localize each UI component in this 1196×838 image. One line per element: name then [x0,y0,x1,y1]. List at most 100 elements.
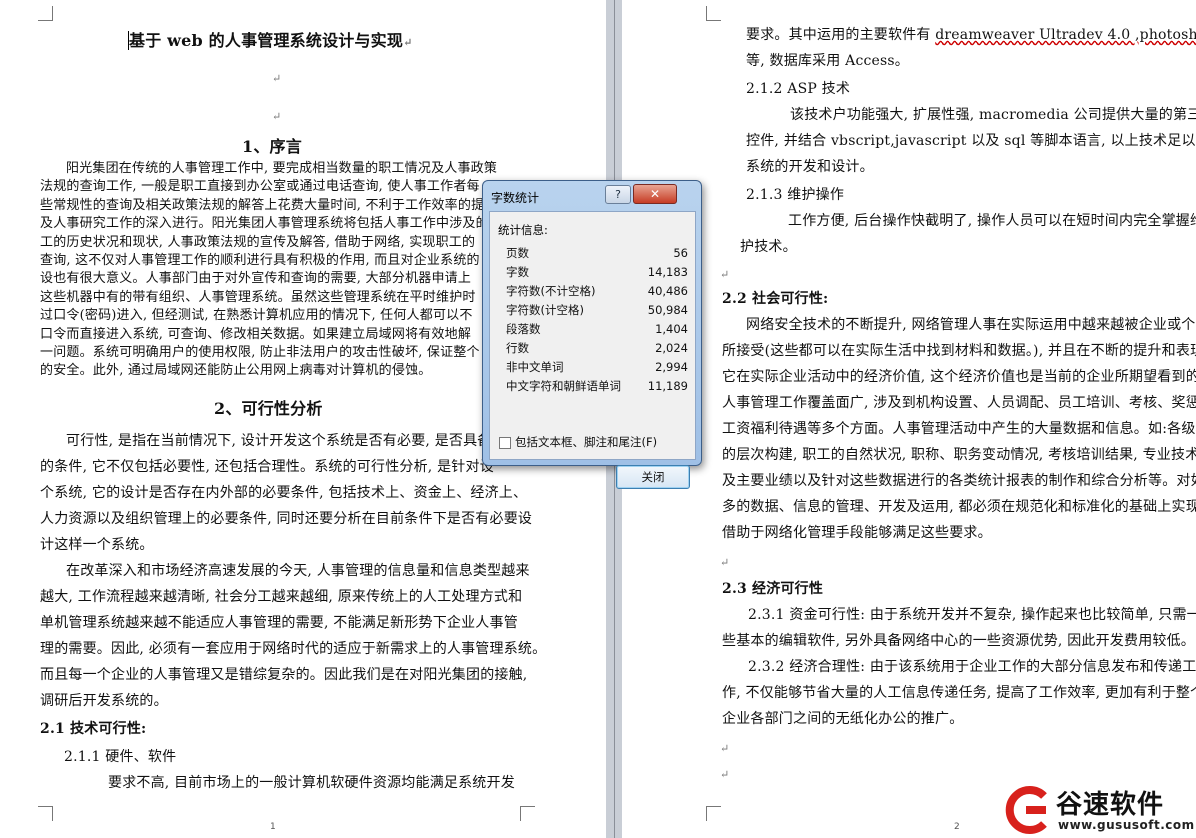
section-heading[interactable]: 1、序言 [242,134,302,160]
stat-label: 字符数(不计空格) [506,284,596,298]
checkbox-label: 包括文本框、脚注和尾注(F) [515,435,658,449]
paragraph-line[interactable]: 等, 数据库采用 Access。 [746,48,909,74]
stat-label: 字符数(计空格) [506,303,584,317]
section-heading[interactable]: 2、可行性分析 [214,396,323,422]
paragraph-line[interactable]: 人事管理工作覆盖面广, 涉及到机构设置、人员调配、员工培训、考核、奖惩、 [722,390,1196,416]
paragraph-line[interactable]: 系统的开发和设计。 [746,154,874,180]
crop-mark [706,6,721,21]
stats-section-label: 统计信息: [498,223,548,237]
stat-value: 2,994 [655,360,688,374]
paragraph-line[interactable]: 查询, 这不仅对人事管理工作的顺利进行具有积极的作用, 而且对企业系统的 [40,252,480,270]
dialog-titlebar[interactable]: 字数统计 ? ✕ [483,181,701,211]
subsection-heading[interactable]: 2.1.2 ASP 技术 [746,76,850,102]
paragraph-line[interactable]: 越大, 工作流程越来越清晰, 社会分工越来越细, 原来传统上的人工处理方式和 [40,584,522,610]
paragraph-line[interactable]: 企业各部门之间的无纸化办公的推广。 [722,706,963,732]
paragraph-line[interactable]: 计这样一个系统。 [40,532,154,558]
stat-value: 56 [673,246,688,260]
crop-mark [706,806,721,821]
paragraph-line[interactable]: 个系统, 它的设计是否存在内外部的必要条件, 包括技术上、资金上、经济上、 [40,480,527,506]
stat-row: 段落数 1,404 [506,320,688,338]
subsection-heading[interactable]: 2.2 社会可行性: [722,286,828,312]
paragraph-line[interactable]: 而且每一个企业的人事管理又是错综复杂的。因此我们是在对阳光集团的接触, [40,662,527,688]
stat-row: 字符数(计空格) 50,984 [506,301,688,319]
paragraph-line[interactable]: 2.3.1 资金可行性: 由于系统开发并不复杂, 操作起来也比较简单, 只需一 [748,602,1196,628]
paragraph-line[interactable]: 过口令(密码)进入, 但经测试, 在熟悉计算机应用的情况下, 任何人都可以不 [40,307,473,325]
paragraph-line[interactable]: 的层次构建, 职工的自然状况, 职称、职务变动情况, 考核培训结果, 专业技术工… [722,442,1196,468]
stat-value: 14,183 [647,265,688,279]
stat-row: 字符数(不计空格) 40,486 [506,282,688,300]
crop-mark [38,6,53,21]
logo-icon [1005,786,1047,834]
paragraph-line[interactable]: 工作方便, 后台操作快截明了, 操作人员可以在短时间内完全掌握维 [788,208,1196,234]
stat-value: 11,189 [647,379,688,393]
paragraph-mark: ↵ [720,768,730,781]
paragraph-line[interactable]: 一问题。系统可明确用户的使用权限, 防止非法用户的攻击性破坏, 保证整个 [40,344,480,362]
stat-row: 中文字符和朝鲜语单词 11,189 [506,377,688,395]
watermark-url: www.gususoft.com [1058,818,1195,832]
paragraph-line[interactable]: 作, 不仅能够节省大量的人工信息传递任务, 提高了工作效率, 更加有利于整个 [722,680,1196,706]
stat-row: 页数 56 [506,244,688,262]
paragraph-mark: ↵ [720,556,730,569]
stat-row: 非中文单词 2,994 [506,358,688,376]
include-footnotes-checkbox[interactable]: 包括文本框、脚注和尾注(F) [499,434,657,450]
stat-row: 字数 14,183 [506,263,688,281]
subsection-heading[interactable]: 2.1.1 硬件、软件 [64,744,176,770]
paragraph-line[interactable]: 在改革深入和市场经济高速发展的今天, 人事管理的信息量和信息类型越来 [66,558,530,584]
paragraph-line[interactable]: 这些机器中有的带有组织、人事管理系统。虽然这些管理系统在平时维护时 [40,289,476,307]
subsection-heading[interactable]: 2.1.3 维护操作 [746,182,844,208]
paragraph-line[interactable]: 的安全。此外, 通过局域网还能防止公用网上病毒对计算机的侵蚀。 [40,362,431,380]
paragraph-line[interactable]: 可行性, 是指在当前情况下, 设计开发这个系统是否有必要, 是否具备 [66,428,492,454]
close-icon[interactable]: ✕ [633,184,677,204]
crop-mark [38,806,53,821]
page-number: 2 [954,822,960,832]
paragraph-line[interactable]: 借助于网络化管理手段能够满足这些要求。 [722,520,992,546]
checkbox-icon[interactable] [499,436,511,449]
paragraph-line[interactable]: 所接受(这些都可以在实际生活中找到材料和数据。), 并且在不断的提升和表现 [722,338,1196,364]
paragraph-line[interactable]: 网络安全技术的不断提升, 网络管理人事在实际运用中越来越被企业或个人 [746,312,1196,338]
paragraph-line[interactable]: 阳光集团在传统的人事管理工作中, 要完成相当数量的职工情况及人事政策 [66,160,497,178]
paragraph-line[interactable]: 多的数据、信息的管理、开发及运用, 都必须在规范化和标准化的基础上实现, [722,494,1196,520]
paragraph-line[interactable]: 工资福利待遇等多个方面。人事管理活动中产生的大量数据和信息。如:各级机构 [722,416,1196,442]
paragraph-line[interactable]: 要求不高, 目前市场上的一般计算机软硬件资源均能满足系统开发 [108,770,515,796]
document-title[interactable]: 基于 web 的人事管理系统设计与实现↵ [128,28,413,56]
paragraph-line[interactable]: 2.3.2 经济合理性: 由于该系统用于企业工作的大部分信息发布和传递工 [748,654,1196,680]
word-count-dialog[interactable]: 字数统计 ? ✕ 统计信息: 页数 56 字数 14,183 字符数(不计空格) 40,4… [482,180,702,489]
document-page-2[interactable]: 要求。其中运用的主要软件有 dreamweaver Ultradev 4.0 ,… [622,0,1196,838]
subsection-heading[interactable]: 2.3 经济可行性 [722,576,823,602]
paragraph-mark: ↵ [720,268,730,281]
subsection-heading[interactable]: 2.1 技术可行性: [40,716,146,742]
paragraph-line[interactable]: 些基本的编辑软件, 另外具备网络中心的一些资源优势, 因此开发费用较低。 [722,628,1195,654]
paragraph-line[interactable]: 及人事研究工作的深入进行。阳光集团人事管理系统将包括人事工作中涉及的 [40,215,489,233]
help-button[interactable]: ? [605,185,631,204]
stat-value: 2,024 [655,341,688,355]
dialog-title: 字数统计 [491,191,540,205]
stat-value: 40,486 [647,284,688,298]
paragraph-line[interactable]: 及主要业绩以及针对这些数据进行的各类统计报表的制作和综合分析等。对如此 [722,468,1196,494]
paragraph-line[interactable]: 该技术户功能强大, 扩展性强, macromedia 公司提供大量的第三方 [790,102,1196,128]
watermark-logo: 谷速软件 www.gususoft.com [1000,782,1196,838]
close-button[interactable]: 关闭 [616,465,690,489]
paragraph-line[interactable]: 设也有很大意义。人事部门由于对外宣传和查询的需要, 大部分机器申请上 [40,270,471,288]
paragraph-line[interactable]: 它在实际企业活动中的经济价值, 这个经济价值也是当前的企业所期望看到的。 [722,364,1196,390]
stat-label: 页数 [506,246,529,260]
paragraph-line[interactable]: 的条件, 它不仅包括必要性, 还包括合理性。系统的可行性分析, 是针对设 [40,454,494,480]
page-number: 1 [270,822,276,832]
paragraph-line[interactable]: 法规的查询工作, 一般是职工直接到办公室或通过电话查询, 使人事工作者每 [40,178,480,196]
paragraph-line[interactable]: 人力资源以及组织管理上的必要条件, 同时还要分析在目前条件下是否有必要设 [40,506,532,532]
paragraph-line[interactable]: 些常规性的查询及相关政策法规的解答上花费大量时间, 不利于工作效率的提 [40,197,484,215]
paragraph-mark: ↵ [272,110,282,123]
paragraph-line[interactable]: 调研后开发系统的。 [40,688,168,714]
paragraph-line[interactable]: 控件, 并结合 vbscript,javascript 以及 sql 等脚本语言… [746,128,1196,154]
stat-label: 字数 [506,265,529,279]
paragraph-line[interactable]: 工的历史状况和现状, 人事政策法规的宣传及解答, 借助于网络, 实现职工的 [40,234,475,252]
paragraph-line[interactable]: 口令而直接进入系统, 可查询、修改相关数据。如果建立局域网将有效地解 [40,326,471,344]
paragraph-mark: ↵ [720,742,730,755]
paragraph-line[interactable]: 理的需要。因此, 必须有一套应用于网络时代的适应于新需求上的人事管理系统。 [40,636,546,662]
stat-label: 段落数 [506,322,541,336]
stat-label: 行数 [506,341,529,355]
stat-value: 50,984 [647,303,688,317]
stat-label: 非中文单词 [506,360,564,374]
paragraph-line[interactable]: 单机管理系统越来越不能适应人事管理的需要, 不能满足新形势下企业人事管 [40,610,518,636]
paragraph-line[interactable]: 要求。其中运用的主要软件有 dreamweaver Ultradev 4.0 ,… [746,22,1196,48]
paragraph-line[interactable]: 护技术。 [740,234,797,260]
